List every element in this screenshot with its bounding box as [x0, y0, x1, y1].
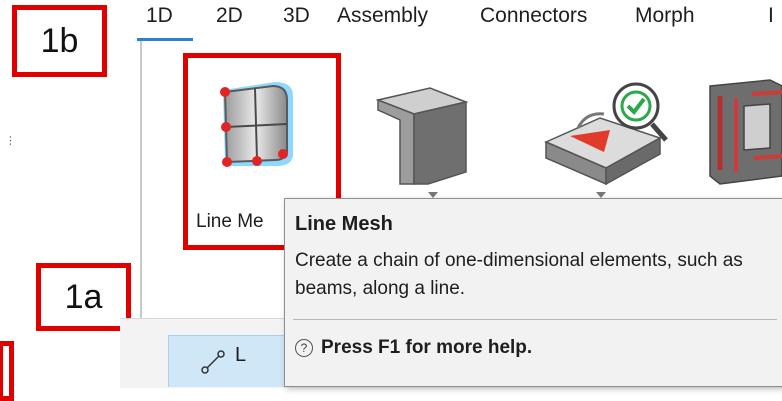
ribbon-tabbar: 1D 2D 3D Assembly Connectors Morph I — [140, 0, 782, 40]
tooltip-description: Create a chain of one-dimensional elemen… — [295, 250, 743, 299]
tab-partial[interactable]: I — [768, 4, 774, 28]
tooltip-help: ? Press F1 for more help. — [295, 337, 532, 359]
help-circle-icon: ? — [295, 339, 313, 357]
annotation-partial-box — [0, 341, 14, 401]
tooltip-help-text: Press F1 for more help. — [321, 337, 533, 358]
line-tool-icon — [201, 350, 225, 374]
tooltip-title: Line Mesh — [295, 213, 393, 235]
annotation-1a: 1a — [36, 263, 131, 331]
solid-block-icon[interactable] — [370, 80, 470, 190]
tooltip-divider — [293, 319, 777, 320]
tab-connectors[interactable]: Connectors — [480, 4, 587, 28]
left-vertical-label: ... — [2, 135, 14, 146]
tab-1d[interactable]: 1D — [146, 4, 173, 28]
tab-morph[interactable]: Morph — [635, 4, 695, 28]
tab-3d[interactable]: 3D — [283, 4, 310, 28]
partial-tool-icon[interactable] — [700, 76, 782, 186]
tooltip-line-mesh: Line Mesh Create a chain of one-dimensio… — [284, 198, 782, 387]
tab-assembly[interactable]: Assembly — [337, 4, 428, 28]
line-mesh-panel-tab[interactable]: L — [168, 335, 288, 387]
active-tab-indicator — [137, 38, 193, 41]
tab-2d[interactable]: 2D — [216, 4, 243, 28]
check-model-icon[interactable] — [540, 72, 670, 187]
panel-tab-label: L — [235, 344, 247, 366]
annotation-1b: 1b — [12, 5, 107, 77]
